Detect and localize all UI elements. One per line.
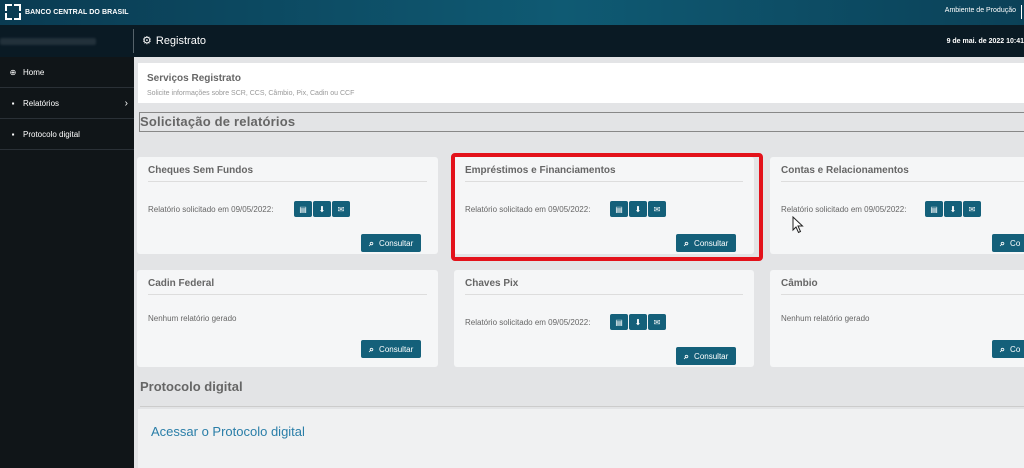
download-button[interactable]: ⬇ [944,201,962,217]
card-title: Cadin Federal [148,278,215,289]
top-bar: BANCO CENTRAL DO BRASIL Ambiente de Prod… [0,0,1024,25]
download-button[interactable]: ⬇ [629,314,647,330]
sidebar-item-relatorios[interactable]: ▪ Relatórios › [0,88,134,119]
bcb-logo[interactable]: BANCO CENTRAL DO BRASIL [5,4,129,20]
sidebar-item-label: Relatórios [23,98,60,108]
section-title: Solicitação de relatórios [140,114,296,129]
document-icon: ▪ [11,129,15,139]
download-icon: ⬇ [634,317,642,327]
environment-label: Ambiente de Produção [944,7,1016,14]
download-icon: ⬇ [318,204,326,214]
sidebar-item-label: Home [23,67,45,77]
card-status: Relatório solicitado em 09/05/2022: [148,205,274,214]
globe-icon: ⊕ [9,67,17,77]
sidebar-item-home[interactable]: ⊕ Home [0,57,134,88]
search-icon: ⌕ [1000,343,1006,354]
section-header: Solicitação de relatórios [139,112,1024,132]
card-status: Nenhum relatório gerado [148,314,237,323]
header-divider [133,29,134,53]
card-status: Relatório solicitado em 09/05/2022: [465,318,591,327]
download-icon: ⬇ [949,204,957,214]
sidebar-item-protocolo-digital[interactable]: ▪ Protocolo digital [0,119,134,150]
email-button[interactable]: ✉ [963,201,981,217]
sidebar-item-label: Protocolo digital [23,129,80,139]
consultar-label: Consultar [379,344,414,354]
services-subtitle: Solicite informações sobre SCR, CCS, Câm… [147,90,355,97]
acessar-protocolo-link[interactable]: Acessar o Protocolo digital [151,424,305,439]
sidebar: ⊕ Home ▪ Relatórios › ▪ Protocolo digita… [0,57,134,468]
search-icon: ⌕ [1000,237,1006,248]
card-status: Relatório solicitado em 09/05/2022: [781,205,907,214]
consultar-label: Co [1010,238,1021,248]
search-icon: ⌕ [684,350,690,361]
services-title: Serviços Registrato [147,73,241,84]
protocolo-divider [140,406,1024,407]
card-divider [781,294,1024,295]
envelope-icon: ✉ [968,204,976,214]
envelope-icon: ✉ [653,317,661,327]
card-divider [148,294,427,295]
app-header: ⚙ Registrato 9 de mai. de 2022 10:41 [0,25,1024,57]
card-title: Chaves Pix [465,278,519,289]
consultar-label: Consultar [694,351,729,361]
mouse-cursor-icon [792,216,804,234]
download-button[interactable]: ⬇ [313,201,331,217]
consultar-button[interactable]: ⌕ Consultar [361,340,422,358]
card-cadin-federal: Cadin Federal Nenhum relatório gerado ⌕ … [137,270,438,367]
environment-divider [1021,5,1022,19]
consultar-button[interactable]: ⌕ Consultar [676,347,737,365]
card-title: Cheques Sem Fundos [148,165,254,176]
consultar-label: Co [1010,344,1021,354]
report-actions: ▤ ⬇ ✉ [610,314,666,330]
masked-user-info [0,38,96,45]
search-icon: ⌕ [369,237,375,248]
consultar-button[interactable]: ⌕ Consultar [361,234,422,252]
highlight-box [451,153,763,261]
card-divider [148,181,427,182]
file-icon: ▤ [299,204,307,214]
view-pdf-button[interactable]: ▤ [925,201,943,217]
document-icon: ▪ [11,98,15,108]
consultar-label: Consultar [379,238,414,248]
search-icon: ⌕ [369,343,375,354]
card-chaves-pix: Chaves Pix Relatório solicitado em 09/05… [454,270,754,367]
app-title[interactable]: ⚙ Registrato [142,34,207,48]
protocolo-card: Acessar o Protocolo digital [138,409,1024,468]
envelope-icon: ✉ [337,204,345,214]
card-contas-relacionamentos: Contas e Relacionamentos Relatório solic… [770,157,1024,254]
file-icon: ▤ [930,204,938,214]
protocolo-section-title: Protocolo digital [140,379,243,394]
report-actions: ▤ ⬇ ✉ [294,201,350,217]
file-icon: ▤ [615,317,623,327]
view-pdf-button[interactable]: ▤ [610,314,628,330]
card-title: Câmbio [781,278,818,289]
card-divider [781,181,1024,182]
email-button[interactable]: ✉ [332,201,350,217]
email-button[interactable]: ✉ [648,314,666,330]
app-title-label: Registrato [155,34,207,47]
view-pdf-button[interactable]: ▤ [294,201,312,217]
card-title: Contas e Relacionamentos [781,165,909,176]
consultar-button[interactable]: ⌕ Co [992,234,1024,252]
main-content: Serviços Registrato Solicite informações… [134,57,1024,468]
current-datetime: 9 de mai. de 2022 10:41 [946,38,1024,45]
consultar-button[interactable]: ⌕ Co [992,340,1024,358]
brand-name: BANCO CENTRAL DO BRASIL [25,8,129,16]
gears-icon: ⚙ [142,35,152,47]
card-divider [465,294,743,295]
bcb-logo-icon [5,4,21,20]
report-actions: ▤ ⬇ ✉ [925,201,981,217]
card-cheques-sem-fundos: Cheques Sem Fundos Relatório solicitado … [137,157,438,254]
card-cambio: Câmbio Nenhum relatório gerado ⌕ Co [770,270,1024,367]
chevron-right-icon: › [124,97,128,109]
card-status: Nenhum relatório gerado [781,314,870,323]
services-banner: Serviços Registrato Solicite informações… [138,63,1024,103]
